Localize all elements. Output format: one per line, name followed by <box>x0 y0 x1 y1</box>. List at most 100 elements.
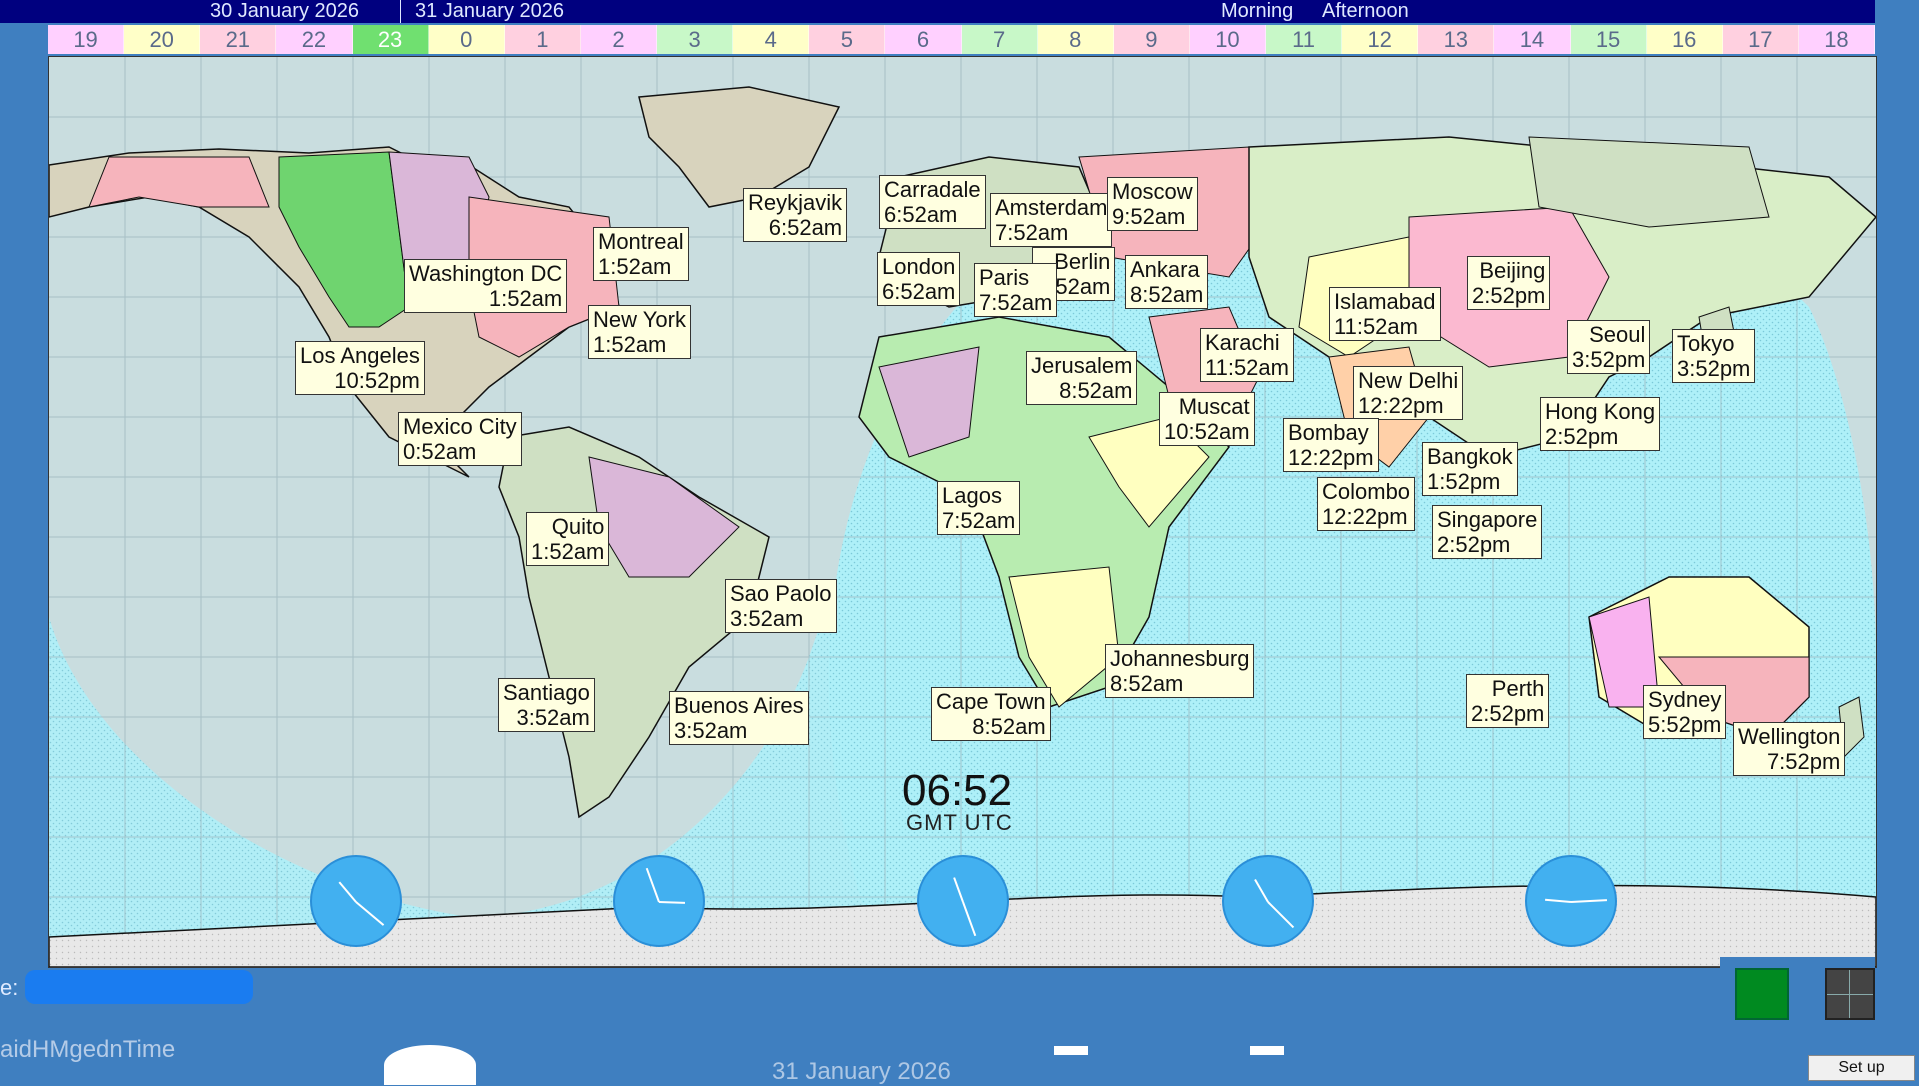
city-name: Jerusalem <box>1031 353 1133 378</box>
gmt-time: 06:52 <box>902 766 1013 815</box>
city-time: 2:52pm <box>1472 283 1546 308</box>
city-name: Islamabad <box>1334 289 1436 314</box>
city-label-amsterdam[interactable]: Amsterdam 7:52am <box>990 193 1113 247</box>
city-time: 7:52pm <box>1766 749 1841 774</box>
city-name: Montreal <box>598 229 684 254</box>
city-name: Karachi <box>1205 330 1280 355</box>
city-label-ankara[interactable]: Ankara 8:52am <box>1125 255 1209 309</box>
date-separator <box>400 0 401 23</box>
city-time: 8:52am <box>972 714 1046 739</box>
city-label-sydney[interactable]: Sydney 5:52pm <box>1643 685 1727 739</box>
analog-clock-2 <box>613 855 705 947</box>
hour-cell: 9 <box>1113 25 1190 54</box>
city-time: 1:52pm <box>1427 469 1501 494</box>
city-time: 1:52am <box>531 539 605 564</box>
city-name: New York <box>593 307 686 332</box>
city-name: Singapore <box>1437 507 1538 532</box>
city-label-karachi[interactable]: Karachi 11:52am <box>1200 328 1294 382</box>
city-label-lagos[interactable]: Lagos 7:52am <box>937 481 1021 535</box>
city-label-new-york[interactable]: New York 1:52am <box>588 305 691 359</box>
city-label-jerusalem[interactable]: Jerusalem 8:52am <box>1026 351 1138 405</box>
city-time: 6:52am <box>884 202 958 227</box>
city-label-hong-kong[interactable]: Hong Kong 2:52pm <box>1540 397 1661 451</box>
setup-button[interactable]: Set up <box>1808 1055 1915 1081</box>
city-time: 1:52am <box>593 332 667 357</box>
city-label-new-delhi[interactable]: New Delhi 12:22pm <box>1353 366 1464 420</box>
hour-cell: 8 <box>1037 25 1114 54</box>
city-label-quito[interactable]: Quito 1:52am <box>526 512 610 566</box>
city-label-bangkok[interactable]: Bangkok 1:52pm <box>1422 442 1518 496</box>
city-label-montreal[interactable]: Montreal 1:52am <box>593 227 689 281</box>
city-time: 12:22pm <box>1322 504 1408 529</box>
city-label-johannesburg[interactable]: Johannesburg 8:52am <box>1105 644 1255 698</box>
city-label-cape-town[interactable]: Cape Town 8:52am <box>931 687 1051 741</box>
hour-cell: 19 <box>48 25 125 54</box>
city-time: 8:52am <box>1110 671 1184 696</box>
hour-cell: 17 <box>1722 25 1799 54</box>
city-label-perth[interactable]: Perth 2:52pm <box>1466 674 1550 728</box>
city-name: Ankara <box>1130 257 1200 282</box>
green-color-button[interactable] <box>1735 968 1789 1020</box>
hour-cell: 13 <box>1418 25 1495 54</box>
hour-cell: 7 <box>961 25 1038 54</box>
hour-cell: 20 <box>124 25 201 54</box>
clock-hand-hour <box>338 881 357 903</box>
city-time: 3:52pm <box>1572 347 1646 372</box>
bottom-date: 31 January 2026 <box>772 1058 951 1085</box>
hour-cell: 10 <box>1189 25 1266 54</box>
date-left: 30 January 2026 <box>210 0 360 22</box>
hour-cell: 16 <box>1646 25 1723 54</box>
clock-hand-minute <box>962 901 977 937</box>
analog-clock-5 <box>1525 855 1617 947</box>
city-label-islamabad[interactable]: Islamabad 11:52am <box>1329 287 1441 341</box>
date-header-bar: 30 January 2026 31 January 2026 Morning … <box>0 0 1875 23</box>
city-name: Hong Kong <box>1545 399 1656 424</box>
city-name: Seoul <box>1589 322 1646 347</box>
city-label-singapore[interactable]: Singapore 2:52pm <box>1432 505 1543 559</box>
hour-cell: 0 <box>428 25 505 54</box>
city-label-mexico-city[interactable]: Mexico City 0:52am <box>398 412 522 466</box>
city-label-bombay[interactable]: Bombay 12:22pm <box>1283 418 1379 472</box>
city-time: 7:52am <box>979 290 1053 315</box>
city-name: Lagos <box>942 483 1002 508</box>
city-name: Los Angeles <box>300 343 420 368</box>
city-label-seoul[interactable]: Seoul 3:52pm <box>1567 320 1651 374</box>
hour-cell: 4 <box>733 25 810 54</box>
city-time: 3:52am <box>674 718 748 743</box>
location-label: e: <box>0 975 19 1000</box>
city-time: 7:52am <box>995 220 1069 245</box>
city-label-reykjavik[interactable]: Reykjavik 6:52am <box>743 188 848 242</box>
city-label-colombo[interactable]: Colombo 12:22pm <box>1317 477 1416 531</box>
city-label-buenos-aires[interactable]: Buenos Aires 3:52am <box>669 691 809 745</box>
city-name: Cape Town <box>936 689 1046 714</box>
city-label-washington-dc[interactable]: Washington DC 1:52am <box>404 259 568 313</box>
city-label-muscat[interactable]: Muscat 10:52am <box>1159 392 1255 446</box>
clock-hand-minute <box>1570 899 1608 903</box>
city-name: Sydney <box>1648 687 1722 712</box>
city-label-london[interactable]: London 6:52am <box>877 252 961 306</box>
city-label-moscow[interactable]: Moscow 9:52am <box>1107 177 1198 231</box>
clock-hand-minute <box>645 867 660 903</box>
city-name: Moscow <box>1112 179 1193 204</box>
gmt-label: GMT UTC <box>906 810 1013 835</box>
city-label-santiago[interactable]: Santiago 3:52am <box>498 678 595 732</box>
city-label-wellington[interactable]: Wellington 7:52pm <box>1733 722 1846 776</box>
hour-cell: 1 <box>504 25 581 54</box>
city-label-sao-paolo[interactable]: Sao Paolo 3:52am <box>725 579 837 633</box>
city-label-beijing[interactable]: Beijing 2:52pm <box>1467 256 1551 310</box>
city-name: Bangkok <box>1427 444 1513 469</box>
city-label-los-angeles[interactable]: Los Angeles 10:52pm <box>295 341 425 395</box>
city-time: 10:52am <box>1164 419 1250 444</box>
city-time: 12:22pm <box>1358 393 1444 418</box>
hour-cell: 6 <box>885 25 962 54</box>
grid-toggle-button[interactable] <box>1825 968 1875 1020</box>
city-label-paris[interactable]: Paris 7:52am <box>974 263 1058 317</box>
city-label-carradale[interactable]: Carradale 6:52am <box>879 175 986 229</box>
city-time: 6:52am <box>882 279 956 304</box>
city-time: 11:52am <box>1205 355 1289 380</box>
hour-cell: 23 <box>352 25 429 54</box>
city-time: 8:52am <box>1059 378 1133 403</box>
mode-text: aidHMgednTime <box>0 1036 176 1063</box>
city-label-tokyo[interactable]: Tokyo 3:52pm <box>1672 329 1756 383</box>
city-name: Tokyo <box>1677 331 1735 356</box>
